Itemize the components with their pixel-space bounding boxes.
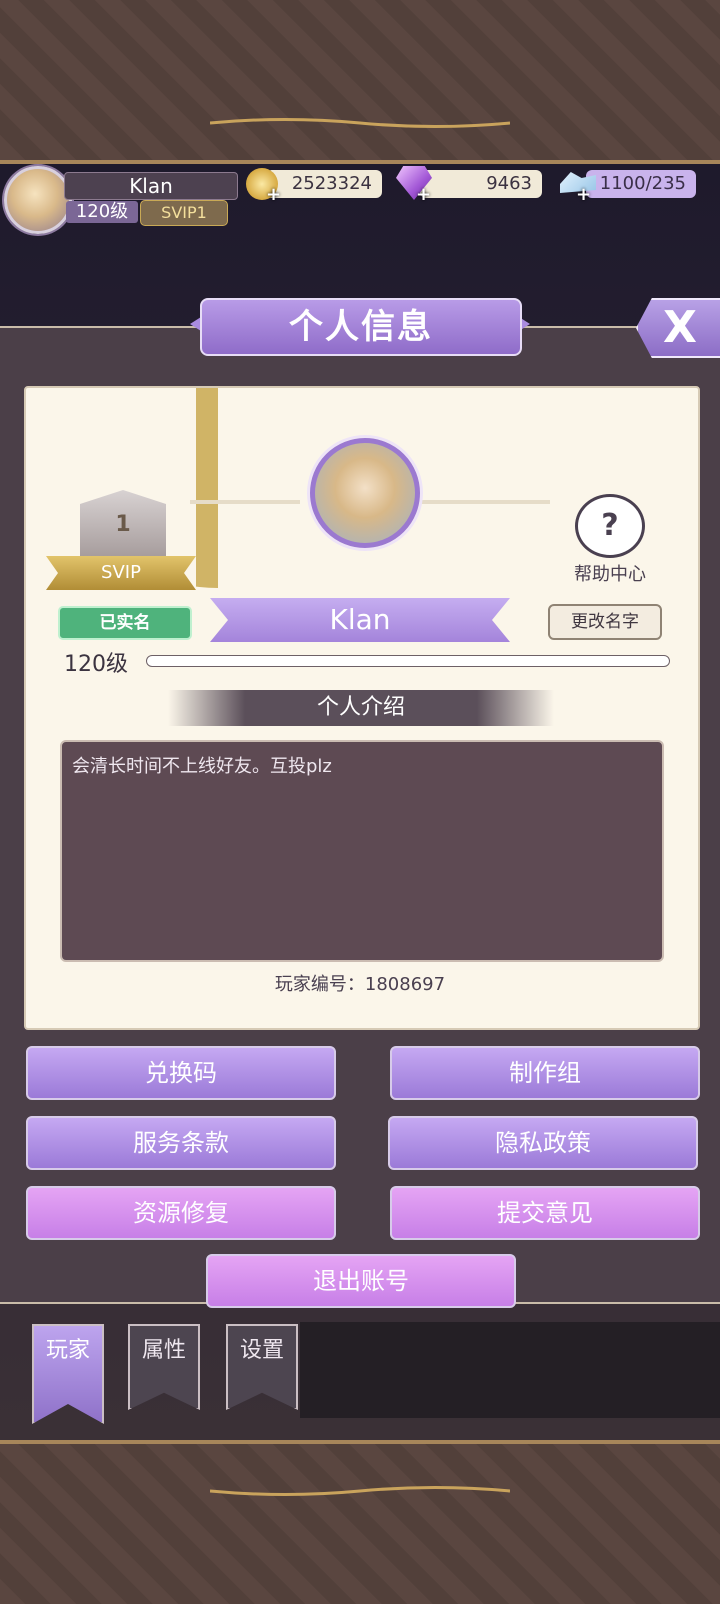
- add-coins-icon[interactable]: +: [266, 184, 281, 205]
- top-ornamental-band: [0, 0, 720, 164]
- vine-decoration-left: [190, 500, 300, 504]
- privacy-button[interactable]: 隐私政策: [388, 1116, 698, 1170]
- rename-button[interactable]: 更改名字: [548, 604, 662, 640]
- profile-name: Klan: [210, 598, 510, 642]
- flourish-ornament: [210, 118, 510, 128]
- level-label: 120级: [64, 652, 128, 677]
- player-name: Klan: [64, 172, 238, 200]
- intro-textarea[interactable]: 会清长时间不上线好友。互投plz: [60, 740, 664, 962]
- tab-bar-background: [300, 1322, 720, 1418]
- dialog-title: 个人信息: [200, 298, 522, 356]
- vip-shield-icon: 1: [80, 490, 166, 560]
- experience-bar: [146, 655, 670, 667]
- vine-decoration-right: [420, 500, 550, 504]
- close-button[interactable]: X: [636, 298, 720, 358]
- player-id: 玩家编号：1808697: [274, 974, 446, 995]
- intro-heading: 个人介绍: [168, 690, 554, 726]
- svip-badge[interactable]: SVIP1: [140, 200, 228, 226]
- coin-counter: 2523324: [266, 170, 382, 198]
- credits-button[interactable]: 制作组: [390, 1046, 700, 1100]
- vip-ribbon-label: SVIP: [46, 556, 196, 590]
- terms-button[interactable]: 服务条款: [26, 1116, 336, 1170]
- logout-button[interactable]: 退出账号: [206, 1254, 516, 1308]
- player-level: 120级: [66, 201, 138, 223]
- verified-badge: 已实名: [58, 606, 192, 640]
- help-book-icon[interactable]: ?: [575, 494, 645, 558]
- feedback-button[interactable]: 提交意见: [390, 1186, 700, 1240]
- repair-resources-button[interactable]: 资源修复: [26, 1186, 336, 1240]
- flourish-ornament-bottom: [210, 1486, 510, 1496]
- gem-counter: 9463: [420, 170, 542, 198]
- add-stamina-icon[interactable]: +: [576, 184, 591, 205]
- redeem-code-button[interactable]: 兑换码: [26, 1046, 336, 1100]
- player-avatar[interactable]: [4, 166, 72, 234]
- profile-avatar[interactable]: [310, 438, 420, 548]
- bottom-ornamental-band: [0, 1440, 720, 1604]
- stamina-counter: 1100/235: [586, 170, 696, 198]
- add-gems-icon[interactable]: +: [416, 184, 431, 205]
- help-center-label[interactable]: 帮助中心: [560, 560, 660, 586]
